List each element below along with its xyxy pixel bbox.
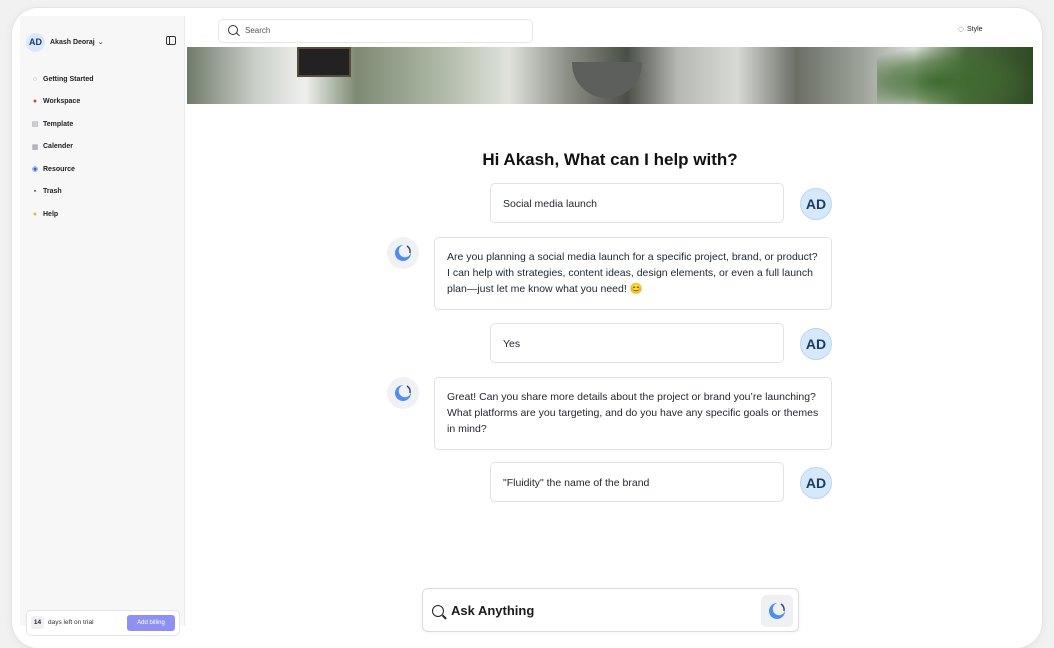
search-icon xyxy=(228,25,238,35)
assistant-message: Great! Can you share more details about … xyxy=(434,377,832,450)
sidebar-item-label: Trash xyxy=(43,188,62,195)
sidebar-item-label: Help xyxy=(43,210,59,218)
assistant-icon xyxy=(387,237,419,269)
chat-input-placeholder: Ask Anything xyxy=(451,603,535,618)
user-menu[interactable]: AD Akash Deoraj ⌄ xyxy=(26,32,104,52)
globe-icon: ◉ xyxy=(31,166,39,173)
help-icon: ● xyxy=(32,210,38,218)
sidebar-item-trash[interactable]: ▪ Trash xyxy=(30,186,94,198)
sidebar-nav: ○ Getting Started ● Workspace ▤ Template ▦ Cale… xyxy=(30,73,94,231)
palette-icon: ◌ xyxy=(958,24,964,35)
workspace-icon: ● xyxy=(32,98,38,105)
sidebar-item-workspace[interactable]: ● Workspace xyxy=(30,96,94,108)
assistant-send-button[interactable] xyxy=(761,595,793,627)
user-message: Social media launch xyxy=(490,183,784,223)
sidebar-item-resource[interactable]: ◉ Resource xyxy=(30,163,94,175)
avatar: AD xyxy=(800,328,832,360)
chalkboard-image xyxy=(297,47,351,77)
add-billing-button[interactable]: Add billing xyxy=(127,615,175,631)
sidebar-item-label: Template xyxy=(43,120,74,128)
chevron-down-icon: ⌄ xyxy=(97,39,104,46)
bowl-image xyxy=(572,62,642,98)
assistant-icon xyxy=(769,602,786,619)
style-button[interactable]: ◌ Style xyxy=(958,24,983,35)
page-title: Hi Akash, What can I help with? xyxy=(482,150,738,169)
assistant-message: Are you planning a social media launch f… xyxy=(434,237,832,310)
sidebar-item-label: Getting Started xyxy=(43,75,94,83)
sidebar-toggle-icon[interactable] xyxy=(166,36,176,45)
avatar: AD xyxy=(800,467,832,499)
style-label: Style xyxy=(966,26,983,33)
user-message: Yes xyxy=(490,323,784,363)
avatar: AD xyxy=(800,188,832,220)
sidebar-item-calender[interactable]: ▦ Calender xyxy=(30,141,94,153)
trash-icon: ▪ xyxy=(33,188,37,195)
chat-input[interactable]: Ask Anything xyxy=(422,588,799,632)
search-placeholder: Search xyxy=(245,26,271,35)
avatar: AD xyxy=(26,32,45,52)
user-name: Akash Deoraj xyxy=(50,38,95,46)
sidebar-item-help[interactable]: ● Help xyxy=(30,208,94,220)
template-icon: ▤ xyxy=(31,121,39,128)
calendar-icon: ▦ xyxy=(31,143,39,151)
sidebar-item-template[interactable]: ▤ Template xyxy=(30,118,94,130)
search-icon xyxy=(432,605,444,617)
trial-text: days left on trial xyxy=(48,619,94,626)
sidebar-item-label: Resource xyxy=(43,165,75,173)
assistant-icon xyxy=(387,377,419,409)
sidebar: AD Akash Deoraj ⌄ ○ Getting Started ● Works… xyxy=(20,16,185,636)
sidebar-item-getting-started[interactable]: ○ Getting Started xyxy=(30,73,94,85)
getting-started-icon: ○ xyxy=(32,75,38,83)
sidebar-item-label: Calender xyxy=(43,143,73,150)
user-message: "Fluidity" the name of the brand xyxy=(490,462,784,502)
top-bar: Search ◌ Style xyxy=(185,16,1033,47)
plant-image xyxy=(877,47,1033,104)
trial-banner: 14 days left on trial Add billing xyxy=(26,610,180,636)
cover-image xyxy=(187,47,1033,104)
search-input[interactable]: Search xyxy=(218,19,533,43)
sidebar-item-label: Workspace xyxy=(43,98,81,105)
trial-days-count: 14 xyxy=(31,616,44,629)
